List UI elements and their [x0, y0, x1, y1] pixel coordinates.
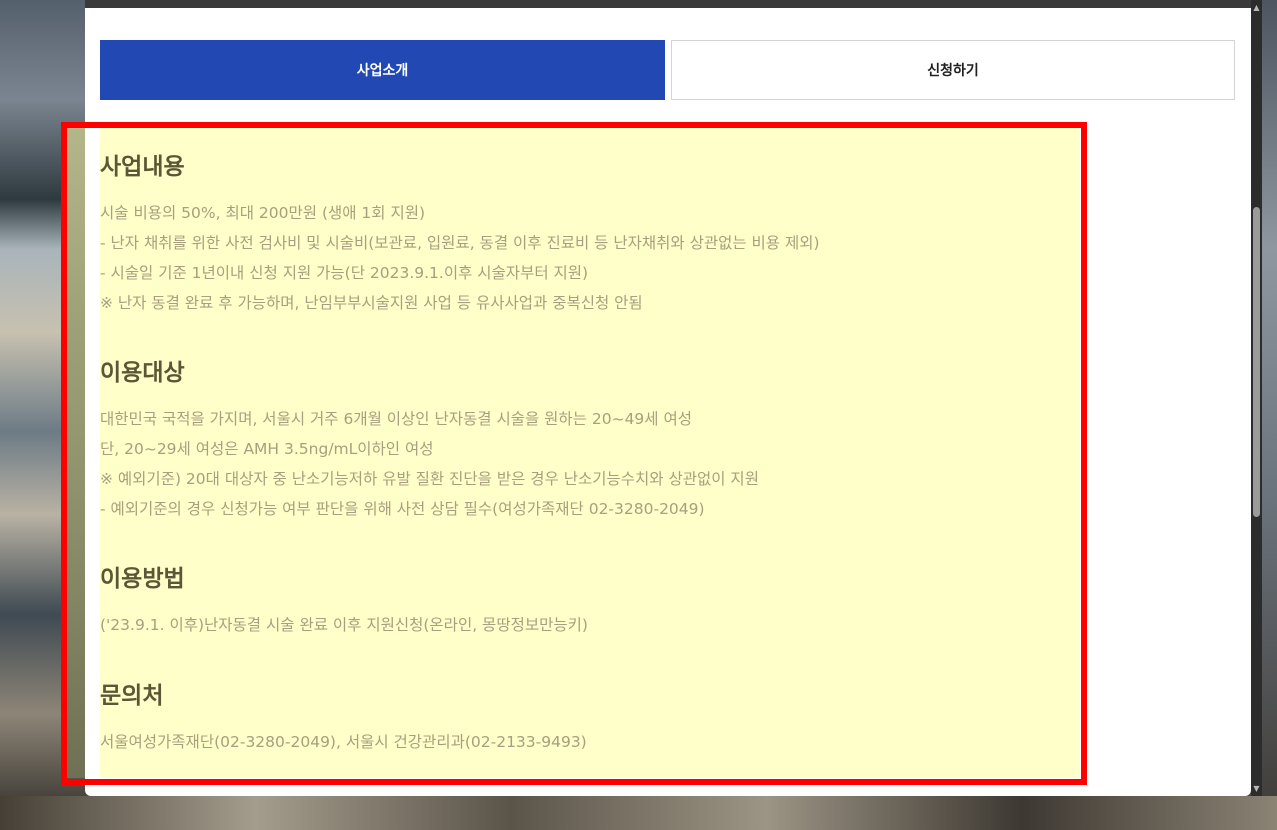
- section-line: 단, 20~29세 여성은 AMH 3.5ng/mL이하인 여성: [100, 440, 434, 458]
- modal-top-bar: [85, 0, 1251, 8]
- tab-apply[interactable]: 신청하기: [671, 40, 1235, 100]
- section-title-business: 사업내용: [100, 154, 185, 180]
- section-line: - 난자 채취를 위한 사전 검사비 및 시술비(보관료, 입원료, 동결 이후…: [100, 234, 820, 252]
- background-photo-bottom: [0, 796, 1277, 830]
- section-title-method: 이용방법: [100, 566, 185, 592]
- section-line: - 예외기준의 경우 신청가능 여부 판단을 위해 사전 상담 필수(여성가족재…: [100, 500, 705, 518]
- scroll-up-arrow-icon[interactable]: ▲: [1252, 3, 1261, 13]
- section-line: ※ 난자 동결 완료 후 가능하며, 난임부부시술지원 사업 등 유사사업과 중…: [100, 294, 643, 312]
- section-line: 대한민국 국적을 가지며, 서울시 거주 6개월 이상인 난자동결 시술을 원하…: [100, 410, 693, 428]
- section-line: 서울여성가족재단(02-3280-2049), 서울시 건강관리과(02-213…: [100, 733, 587, 751]
- tab-intro[interactable]: 사업소개: [100, 40, 665, 100]
- section-title-target: 이용대상: [100, 360, 185, 386]
- scroll-down-arrow-icon[interactable]: ▼: [1252, 784, 1261, 794]
- section-line: ('23.9.1. 이후)난자동결 시술 완료 이후 지원신청(온라인, 몽땅정…: [100, 616, 588, 634]
- section-line: 시술 비용의 50%, 최대 200만원 (생애 1회 지원): [100, 204, 426, 222]
- section-line: - 시술일 기준 1년이내 신청 지원 가능(단 2023.9.1.이후 시술자…: [100, 264, 589, 282]
- background-photo-right: [1262, 0, 1277, 830]
- section-title-contact: 문의처: [100, 683, 164, 709]
- section-line: ※ 예외기준) 20대 대상자 중 난소기능저하 유발 질환 진단을 받은 경우…: [100, 470, 759, 488]
- modal-dialog: 사업소개 신청하기: [85, 0, 1251, 796]
- scrollbar-thumb[interactable]: [1253, 207, 1260, 517]
- content-left-strip: [66, 128, 85, 778]
